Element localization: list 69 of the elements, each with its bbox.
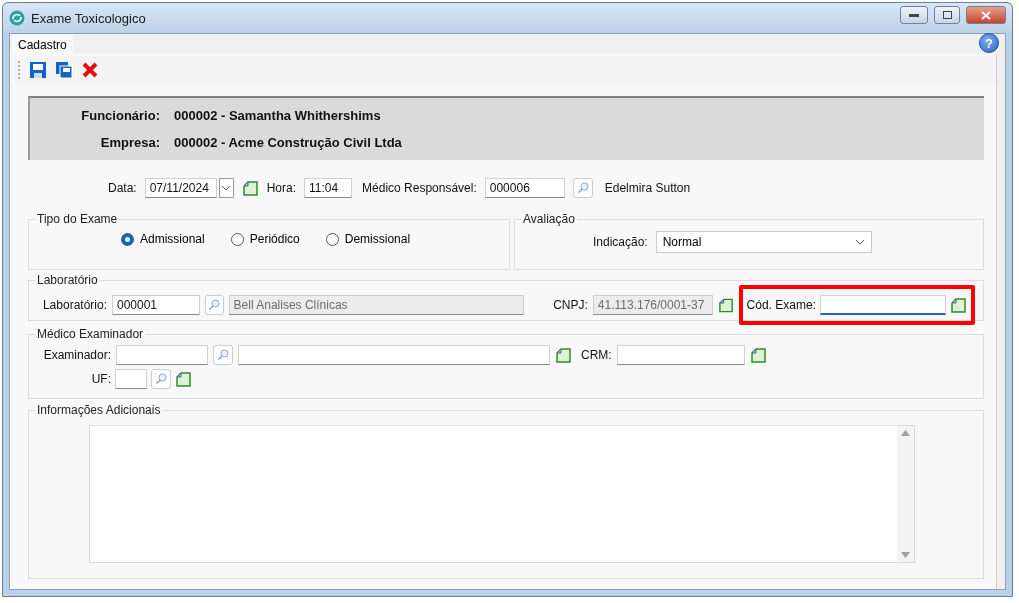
search-icon [217, 349, 229, 361]
cnpj-field: 41.113.176/0001-37 [592, 295, 713, 315]
scrollbar[interactable] [897, 426, 914, 562]
floppy-disks-icon [55, 61, 73, 79]
chevron-down-icon [221, 185, 232, 191]
field-label: Laboratório: [41, 298, 107, 312]
search-button[interactable] [151, 369, 171, 389]
window-title: Exame Toxicologico [31, 10, 147, 26]
new-document-icon[interactable] [555, 346, 572, 364]
field-label: Médico Responsável: [362, 181, 477, 195]
search-icon [208, 299, 221, 311]
exam-code-field[interactable] [820, 295, 946, 315]
doctor-code-field[interactable]: 000006 [484, 178, 565, 198]
search-button[interactable] [572, 178, 593, 198]
doctor-name: Edelmira Sutton [604, 181, 691, 195]
field-label: CRM: [581, 348, 612, 362]
new-document-icon[interactable] [175, 370, 192, 388]
new-document-icon[interactable] [717, 296, 734, 314]
radio-option[interactable]: Periódico [230, 232, 300, 246]
header-value: 000002 - Acme Construção Civil Ltda [174, 135, 402, 150]
scroll-up-icon [901, 430, 910, 436]
lab-code-field[interactable]: 000001 [112, 295, 200, 315]
close-icon [81, 61, 99, 79]
header-value: 000002 - Samantha Whithershims [174, 108, 381, 123]
dropdown[interactable]: Normal [655, 231, 872, 253]
group-title: Tipo do Exame [36, 212, 119, 226]
new-document-icon[interactable] [749, 346, 767, 364]
group-title: Médico Examinador [36, 327, 145, 341]
header-label: Empresa: [99, 135, 160, 150]
close-icon [981, 10, 991, 20]
app-logo-icon [9, 10, 25, 26]
save-copy-button[interactable] [54, 60, 74, 80]
header-label: Funcionário: [80, 108, 160, 123]
radio-option[interactable]: Admissional [121, 232, 205, 246]
minimize-icon [909, 13, 919, 17]
radio-option[interactable]: Demissional [325, 232, 411, 246]
new-document-icon[interactable] [241, 179, 259, 197]
close-button[interactable] [966, 6, 1006, 24]
search-button[interactable] [204, 295, 224, 315]
time-field[interactable]: 11:04 [304, 178, 353, 198]
search-button[interactable] [213, 345, 233, 365]
maximize-icon [942, 11, 952, 19]
field-label: CNPJ: [553, 298, 588, 312]
field-label: UF: [90, 372, 111, 386]
chevron-down-icon [854, 239, 865, 245]
group-title: Informações Adicionais [36, 403, 162, 417]
field-label: Cód. Exame: [746, 298, 816, 312]
delete-button[interactable] [80, 60, 100, 80]
search-icon [576, 182, 589, 194]
scroll-down-icon [901, 552, 910, 558]
date-field[interactable]: 07/11/2024 [144, 178, 217, 198]
group-title: Laboratório [36, 273, 99, 287]
maximize-button[interactable] [934, 6, 960, 24]
field-label: Indicação: [593, 235, 648, 249]
tab[interactable]: Cadastro [12, 35, 73, 54]
uf-field[interactable] [115, 369, 147, 389]
field-label: Data: [108, 181, 137, 195]
examiner-name-field[interactable] [238, 345, 550, 365]
lab-name-field: Bell Analises Clínicas [228, 295, 525, 315]
field-label: Hora: [266, 181, 297, 195]
group-title: Avaliação [522, 212, 576, 226]
field-label: Examinador: [42, 348, 111, 362]
new-document-icon[interactable] [950, 296, 967, 314]
minimize-button[interactable] [900, 6, 928, 24]
examiner-code-field[interactable] [116, 345, 208, 365]
crm-field[interactable] [616, 345, 745, 365]
save-button[interactable] [28, 60, 48, 80]
search-icon [155, 373, 167, 385]
dropdown-button[interactable] [218, 178, 234, 198]
